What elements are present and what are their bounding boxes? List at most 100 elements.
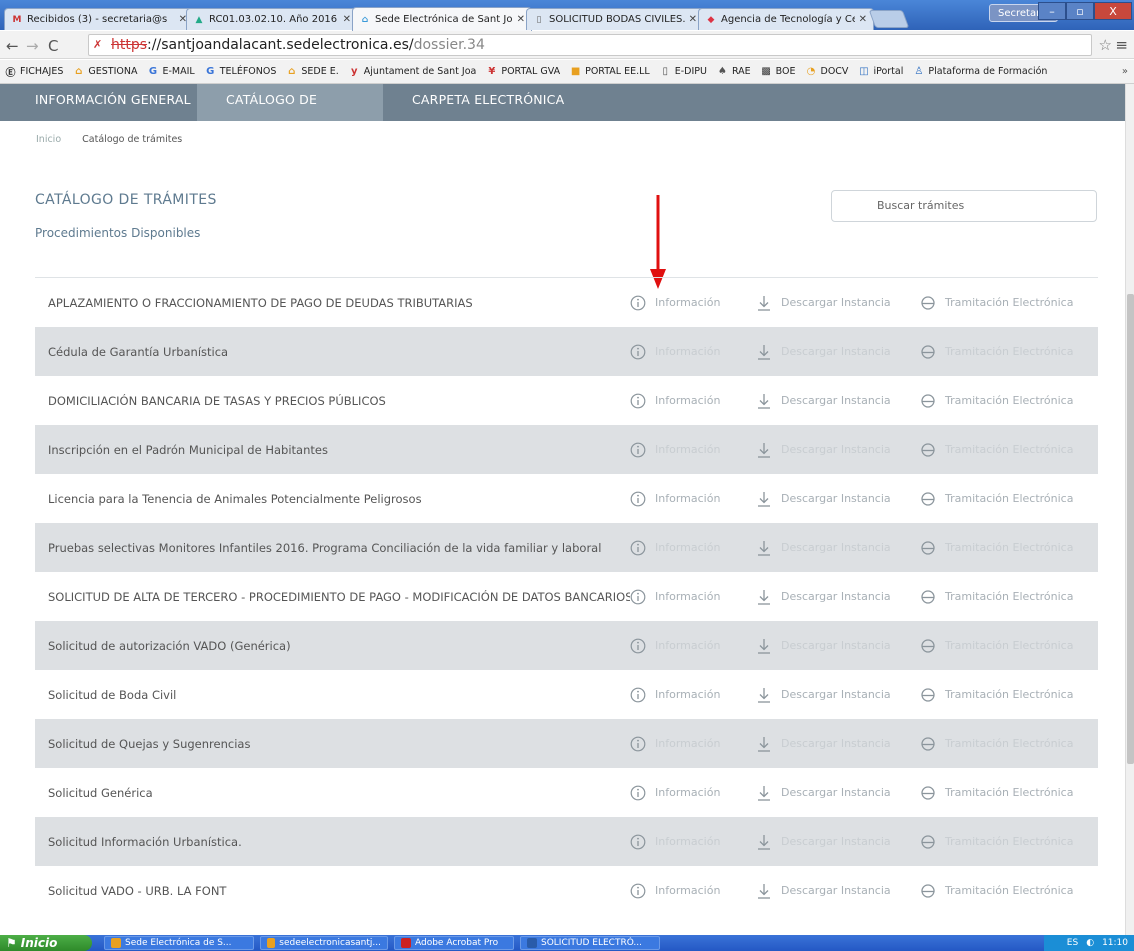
close-icon[interactable]: ✕ bbox=[343, 14, 351, 25]
new-tab-button[interactable] bbox=[868, 10, 910, 28]
tab-drive[interactable]: ▲ RC01.03.02.10. Año 2016 - ✕ bbox=[186, 8, 358, 30]
info-link[interactable]: Información bbox=[630, 736, 756, 752]
procedure-name[interactable]: Pruebas selectivas Monitores Infantiles … bbox=[35, 541, 630, 555]
start-button[interactable]: ⚑ Inicio bbox=[0, 935, 92, 951]
minimize-button[interactable]: – bbox=[1038, 2, 1066, 20]
electronic-processing-link[interactable]: Tramitación Electrónica bbox=[920, 834, 1098, 850]
download-link[interactable]: Descargar Instancia bbox=[756, 442, 920, 458]
download-link[interactable]: Descargar Instancia bbox=[756, 491, 920, 507]
info-link[interactable]: Información bbox=[630, 687, 756, 703]
procedure-name[interactable]: Licencia para la Tenencia de Animales Po… bbox=[35, 492, 630, 506]
procedure-name[interactable]: SOLICITUD DE ALTA DE TERCERO - PROCEDIMI… bbox=[35, 590, 630, 604]
bookmark-item[interactable]: G TELÉFONOS bbox=[204, 65, 276, 78]
bookmark-item[interactable]: ¥ PORTAL GVA bbox=[485, 65, 560, 78]
electronic-processing-link[interactable]: Tramitación Electrónica bbox=[920, 589, 1098, 605]
procedure-name[interactable]: Solicitud de Boda Civil bbox=[35, 688, 630, 702]
electronic-processing-link[interactable]: Tramitación Electrónica bbox=[920, 393, 1098, 409]
tab-gmail[interactable]: M Recibidos (3) - secretaria@s ✕ bbox=[4, 8, 194, 30]
bookmark-item[interactable]: ◫ iPortal bbox=[857, 65, 903, 78]
bookmark-item[interactable]: ▯ E-DIPU bbox=[659, 65, 707, 78]
bookmark-item[interactable]: ♙ Plataforma de Formación bbox=[912, 65, 1047, 78]
bookmark-item[interactable]: ◔ DOCV bbox=[805, 65, 849, 78]
more-bookmarks-icon[interactable]: » bbox=[1122, 66, 1128, 77]
electronic-processing-link[interactable]: Tramitación Electrónica bbox=[920, 344, 1098, 360]
bookmark-item[interactable]: ■ PORTAL EE.LL bbox=[569, 65, 650, 78]
taskbar-item[interactable]: SOLICITUD ELECTRÓ... bbox=[520, 936, 660, 950]
info-link[interactable]: Información bbox=[630, 491, 756, 507]
star-icon[interactable]: ☆ bbox=[1099, 36, 1112, 54]
electronic-processing-link[interactable]: Tramitación Electrónica bbox=[920, 638, 1098, 654]
bookmark-item[interactable]: G E-MAIL bbox=[146, 65, 195, 78]
bookmark-item[interactable]: ♠ RAE bbox=[716, 65, 751, 78]
electronic-processing-link[interactable]: Tramitación Electrónica bbox=[920, 442, 1098, 458]
back-icon[interactable]: ← bbox=[6, 37, 19, 55]
taskbar-item[interactable]: Adobe Acrobat Pro bbox=[394, 936, 514, 950]
bookmark-item[interactable]: ⌂ GESTIONA bbox=[72, 65, 137, 78]
procedure-name[interactable]: Solicitud de autorización VADO (Genérica… bbox=[35, 639, 630, 653]
language-indicator[interactable]: ES bbox=[1067, 938, 1078, 948]
download-link[interactable]: Descargar Instancia bbox=[756, 344, 920, 360]
close-icon[interactable]: ✕ bbox=[517, 14, 525, 25]
procedure-name[interactable]: Solicitud Genérica bbox=[35, 786, 630, 800]
bookmark-item[interactable]: Ⓔ FICHAJES bbox=[4, 65, 64, 79]
electronic-processing-link[interactable]: Tramitación Electrónica bbox=[920, 295, 1098, 311]
info-link[interactable]: Información bbox=[630, 834, 756, 850]
electronic-processing-link[interactable]: Tramitación Electrónica bbox=[920, 883, 1098, 899]
taskbar-item[interactable]: sedeelectronicasantj... bbox=[260, 936, 388, 950]
procedure-name[interactable]: Solicitud de Quejas y Sugenrencias bbox=[35, 737, 630, 751]
url-field[interactable]: ✗ https://santjoandalacant.sedelectronic… bbox=[88, 34, 1092, 56]
download-link[interactable]: Descargar Instancia bbox=[756, 589, 920, 605]
menu-icon[interactable]: ≡ bbox=[1115, 36, 1128, 54]
info-link[interactable]: Información bbox=[630, 442, 756, 458]
procedure-name[interactable]: DOMICILIACIÓN BANCARIA DE TASAS Y PRECIO… bbox=[35, 394, 630, 408]
forward-icon[interactable]: → bbox=[26, 37, 39, 55]
download-link[interactable]: Descargar Instancia bbox=[756, 736, 920, 752]
info-link[interactable]: Información bbox=[630, 638, 756, 654]
nav-carpeta-electronica[interactable]: CARPETA ELECTRÓNICA bbox=[383, 84, 564, 121]
breadcrumb-home[interactable]: Inicio bbox=[36, 134, 61, 145]
tray-icons[interactable]: ◐ bbox=[1086, 938, 1094, 948]
download-link[interactable]: Descargar Instancia bbox=[756, 638, 920, 654]
scrollbar-thumb[interactable] bbox=[1127, 294, 1134, 764]
info-link[interactable]: Información bbox=[630, 883, 756, 899]
info-link[interactable]: Información bbox=[630, 393, 756, 409]
procedure-name[interactable]: Solicitud VADO - URB. LA FONT bbox=[35, 884, 630, 898]
tab-sede[interactable]: ⌂ Sede Electrónica de Sant Joa ✕ bbox=[352, 7, 532, 31]
close-icon[interactable]: ✕ bbox=[689, 14, 697, 25]
nav-informacion-general[interactable]: INFORMACIÓN GENERAL bbox=[0, 84, 197, 121]
download-link[interactable]: Descargar Instancia bbox=[756, 883, 920, 899]
nav-catalogo-tramites[interactable]: CATÁLOGO DE TRÁMITES bbox=[197, 84, 383, 139]
maximize-button[interactable]: ▫ bbox=[1066, 2, 1094, 20]
download-link[interactable]: Descargar Instancia bbox=[756, 687, 920, 703]
procedure-name[interactable]: Inscripción en el Padrón Municipal de Ha… bbox=[35, 443, 630, 457]
download-link[interactable]: Descargar Instancia bbox=[756, 834, 920, 850]
info-link[interactable]: Información bbox=[630, 785, 756, 801]
scrollbar[interactable] bbox=[1125, 84, 1134, 935]
download-link[interactable]: Descargar Instancia bbox=[756, 295, 920, 311]
electronic-processing-link[interactable]: Tramitación Electrónica bbox=[920, 687, 1098, 703]
electronic-processing-link[interactable]: Tramitación Electrónica bbox=[920, 736, 1098, 752]
reload-icon[interactable]: C bbox=[48, 37, 58, 55]
download-link[interactable]: Descargar Instancia bbox=[756, 785, 920, 801]
procedure-name[interactable]: Cédula de Garantía Urbanística bbox=[35, 345, 630, 359]
tab-agencia[interactable]: ◆ Agencia de Tecnología y Cer ✕ bbox=[698, 8, 874, 30]
close-icon[interactable]: ✕ bbox=[859, 14, 867, 25]
procedure-name[interactable]: APLAZAMIENTO O FRACCIONAMIENTO DE PAGO D… bbox=[35, 296, 630, 310]
info-link[interactable]: Información bbox=[630, 344, 756, 360]
bookmark-item[interactable]: y Ajuntament de Sant Joa bbox=[348, 65, 476, 78]
download-link[interactable]: Descargar Instancia bbox=[756, 393, 920, 409]
bookmark-item[interactable]: ⌂ SEDE E. bbox=[285, 65, 339, 78]
bookmark-item[interactable]: ▩ BOE bbox=[760, 65, 795, 78]
tab-solicitud[interactable]: ▯ SOLICITUD BODAS CIVILES. ✕ bbox=[526, 8, 704, 30]
info-link[interactable]: Información bbox=[630, 295, 756, 311]
electronic-processing-link[interactable]: Tramitación Electrónica bbox=[920, 785, 1098, 801]
electronic-processing-link[interactable]: Tramitación Electrónica bbox=[920, 540, 1098, 556]
search-input[interactable]: Buscar trámites bbox=[831, 190, 1097, 222]
close-window-button[interactable]: X bbox=[1094, 2, 1132, 20]
info-link[interactable]: Información bbox=[630, 589, 756, 605]
info-link[interactable]: Información bbox=[630, 540, 756, 556]
taskbar-item[interactable]: Sede Electrónica de S... bbox=[104, 936, 254, 950]
procedure-name[interactable]: Solicitud Información Urbanística. bbox=[35, 835, 630, 849]
electronic-processing-link[interactable]: Tramitación Electrónica bbox=[920, 491, 1098, 507]
download-link[interactable]: Descargar Instancia bbox=[756, 540, 920, 556]
